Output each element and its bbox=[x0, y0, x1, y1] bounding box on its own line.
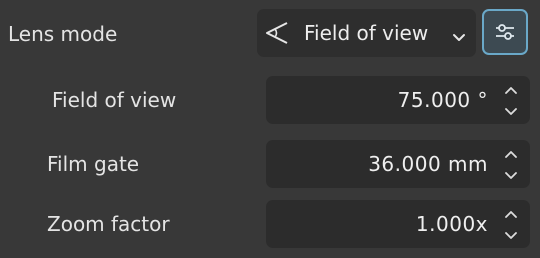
zoom-factor-label: Zoom factor bbox=[47, 212, 170, 236]
film-gate-value: 36.000 mm bbox=[368, 152, 488, 176]
zoom-factor-value: 1.000x bbox=[415, 212, 488, 236]
spinner-arrows-icon[interactable] bbox=[504, 84, 518, 118]
field-of-view-row: Field of view 75.000 ° bbox=[0, 66, 540, 130]
spinner-arrows-icon[interactable] bbox=[504, 208, 518, 242]
spinner-arrows-icon[interactable] bbox=[504, 148, 518, 182]
lens-mode-value: Field of view bbox=[304, 21, 429, 45]
lens-mode-dropdown[interactable]: Field of view bbox=[257, 9, 476, 57]
field-of-view-value: 75.000 ° bbox=[397, 88, 488, 112]
film-gate-row: Film gate 36.000 mm bbox=[0, 130, 540, 194]
lens-options-button[interactable] bbox=[482, 9, 528, 55]
zoom-factor-input[interactable]: 1.000x bbox=[266, 200, 530, 248]
lens-mode-label: Lens mode bbox=[8, 22, 118, 46]
chevron-down-icon bbox=[452, 28, 466, 41]
lens-mode-row: Lens mode Field of view bbox=[0, 0, 540, 66]
film-gate-label: Film gate bbox=[47, 152, 140, 176]
field-of-view-input[interactable]: 75.000 ° bbox=[266, 76, 530, 124]
zoom-factor-row: Zoom factor 1.000x bbox=[0, 194, 540, 258]
field-of-view-label: Field of view bbox=[52, 88, 177, 112]
film-gate-input[interactable]: 36.000 mm bbox=[266, 140, 530, 188]
angle-icon bbox=[263, 20, 291, 46]
